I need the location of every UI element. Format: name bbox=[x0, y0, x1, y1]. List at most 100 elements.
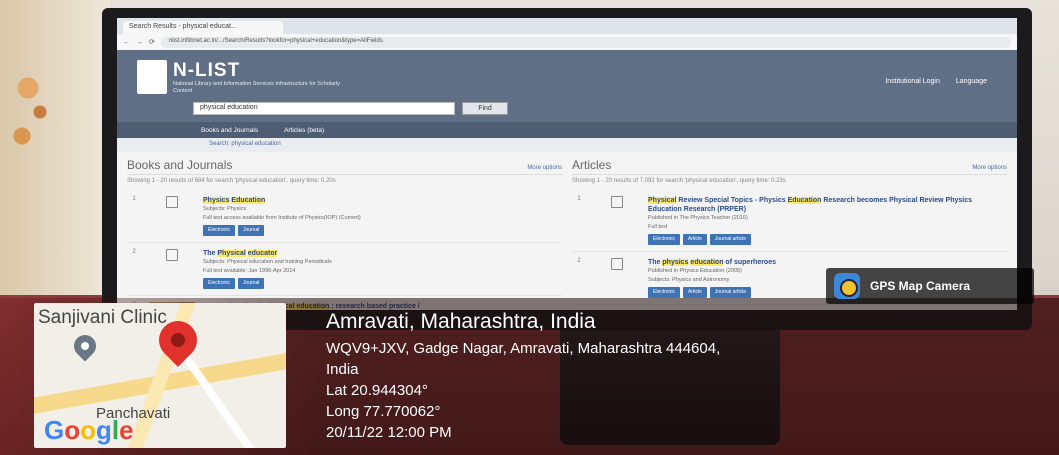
book-icon bbox=[611, 258, 623, 270]
result-item: 2 The Physical educator Subjects: Physical… bbox=[127, 243, 562, 296]
book-icon bbox=[611, 196, 623, 208]
url-field[interactable]: nlist.inflibnet.ac.in/.../Search/Results… bbox=[160, 36, 1011, 48]
highlight: education bbox=[690, 259, 724, 266]
title-text: The bbox=[648, 259, 663, 266]
browser-tab[interactable]: Search Results - physical educat... bbox=[123, 21, 283, 34]
nav-articles[interactable]: Articles (beta) bbox=[284, 127, 324, 134]
google-logo: Google bbox=[44, 415, 134, 445]
result-item: 1 Physical Review Special Topics - Physic… bbox=[572, 190, 1007, 252]
result-title[interactable]: Physical Review Special Topics - Physics… bbox=[648, 196, 1007, 214]
books-header: Books and Journals More options bbox=[127, 158, 562, 175]
thumbnail[interactable] bbox=[149, 196, 195, 226]
articles-more-link[interactable]: More options bbox=[972, 165, 1007, 171]
monitor-screen: Search Results - physical educat... ← → … bbox=[117, 18, 1017, 310]
highlight: Education bbox=[787, 197, 822, 204]
format-badge[interactable]: Electronic bbox=[648, 234, 680, 245]
books-list: 1 Physics Education Subjects: Physics Full … bbox=[127, 190, 562, 310]
address-bar: ← → ⟳ nlist.inflibnet.ac.in/.../Search/R… bbox=[117, 34, 1017, 50]
result-subject: Published in The Physics Teacher (2016) bbox=[648, 215, 748, 221]
format-badges: Electronic Journal bbox=[203, 278, 562, 289]
language-menu[interactable]: Language bbox=[956, 78, 987, 85]
institutional-login-link[interactable]: Institutional Login bbox=[885, 78, 939, 85]
nav-strip: Books and Journals Articles (beta) bbox=[117, 122, 1017, 138]
result-number: 2 bbox=[577, 258, 581, 264]
result-subject: Subjects: Physical education and trainin… bbox=[203, 259, 332, 265]
back-icon[interactable]: ← bbox=[123, 39, 130, 46]
result-title[interactable]: The physics education of superheroes bbox=[648, 258, 1007, 267]
gps-camera-icon bbox=[834, 273, 860, 299]
highlight: educator bbox=[247, 250, 278, 257]
location-long: Long 77.770062° bbox=[326, 403, 441, 420]
browser-tabbar: Search Results - physical educat... bbox=[117, 18, 1017, 34]
title-text: Review Special Topics - Physics bbox=[676, 197, 788, 204]
find-button[interactable]: Find bbox=[462, 102, 508, 115]
result-note[interactable]: Full text access available from Institut… bbox=[203, 214, 562, 223]
articles-header: Articles More options bbox=[572, 158, 1007, 175]
map-label-clinic: Sanjivani Clinic bbox=[38, 307, 167, 328]
books-title: Books and Journals bbox=[127, 158, 233, 172]
articles-showing: Showing 1 - 20 results of 7,092 for sear… bbox=[572, 178, 786, 184]
book-icon bbox=[166, 196, 178, 208]
nav-books-journals[interactable]: Books and Journals bbox=[201, 127, 258, 134]
format-badge[interactable]: Electronic bbox=[648, 287, 680, 298]
highlight: Physics bbox=[203, 197, 230, 204]
result-meta: Physical Review Special Topics - Physics… bbox=[648, 196, 1007, 245]
site-header: N-LIST National Library and Information … bbox=[117, 50, 1017, 122]
location-country: India bbox=[326, 361, 359, 378]
location-lat: Lat 20.944304° bbox=[326, 382, 428, 399]
result-number: 2 bbox=[132, 249, 136, 255]
result-note[interactable]: Full text bbox=[648, 223, 1007, 232]
result-number: 1 bbox=[132, 196, 136, 202]
format-badge[interactable]: Journal bbox=[237, 225, 265, 236]
forward-icon[interactable]: → bbox=[136, 39, 143, 46]
book-icon bbox=[166, 249, 178, 261]
books-column: Books and Journals More options Showing … bbox=[127, 158, 562, 310]
reload-icon[interactable]: ⟳ bbox=[149, 38, 155, 46]
result-meta: The Physical educator Subjects: Physical … bbox=[203, 249, 562, 289]
format-badge[interactable]: Journal article bbox=[709, 234, 751, 245]
breadcrumb[interactable]: Search: physical education bbox=[117, 138, 1017, 152]
books-showing: Showing 1 - 20 results of 684 for search… bbox=[127, 178, 336, 184]
title-text: The bbox=[203, 250, 218, 257]
format-badge[interactable]: Article bbox=[682, 287, 707, 298]
books-more-link[interactable]: More options bbox=[527, 165, 562, 171]
flower-plant bbox=[4, 40, 64, 200]
highlight: Physical bbox=[648, 197, 677, 204]
format-badge[interactable]: Journal article bbox=[709, 287, 751, 298]
nlist-logo[interactable] bbox=[137, 60, 167, 94]
highlight: physics bbox=[662, 259, 689, 266]
gps-badge-label: GPS Map Camera bbox=[870, 279, 971, 293]
result-number: 1 bbox=[577, 196, 581, 202]
result-subject: Subjects: Physics bbox=[203, 206, 247, 212]
format-badges: Electronic Journal bbox=[203, 225, 562, 236]
location-address: WQV9+JXV, Gadge Nagar, Amravati, Maharas… bbox=[326, 340, 721, 357]
location-info: Amravati, Maharashtra, India WQV9+JXV, G… bbox=[326, 310, 720, 443]
location-map: Sanjivani Clinic Panchavati Google bbox=[34, 303, 286, 448]
thumbnail[interactable] bbox=[149, 249, 195, 279]
result-item: 1 Physics Education Subjects: Physics Full … bbox=[127, 190, 562, 243]
search-input[interactable]: physical education bbox=[193, 102, 455, 115]
site-brand[interactable]: N-LIST bbox=[173, 60, 240, 82]
format-badge[interactable]: Electronic bbox=[203, 225, 235, 236]
format-badge[interactable]: Journal bbox=[237, 278, 265, 289]
format-badges: Electronic Article Journal article bbox=[648, 234, 1007, 245]
format-badge[interactable]: Electronic bbox=[203, 278, 235, 289]
gps-camera-badge: GPS Map Camera bbox=[826, 268, 1034, 304]
grey-pin-icon bbox=[69, 330, 101, 362]
format-badge[interactable]: Article bbox=[682, 234, 707, 245]
thumbnail[interactable] bbox=[594, 196, 640, 226]
highlight: Education bbox=[231, 197, 266, 204]
title-text: of superheroes bbox=[723, 259, 776, 266]
highlight: Physical bbox=[217, 250, 246, 257]
location-datetime: 20/11/22 12:00 PM bbox=[326, 424, 452, 441]
site-brand-subtitle: National Library and Information Service… bbox=[173, 81, 340, 94]
articles-title: Articles bbox=[572, 158, 612, 172]
result-note[interactable]: Full text available: Jan 1996-Apr 2014 bbox=[203, 267, 562, 276]
thumbnail[interactable] bbox=[594, 258, 640, 288]
result-title[interactable]: Physics Education bbox=[203, 196, 562, 205]
header-links: Institutional Login Language bbox=[885, 78, 987, 85]
photo-scene: Search Results - physical educat... ← → … bbox=[0, 0, 1059, 455]
location-city: Amravati, Maharashtra, India bbox=[326, 310, 596, 333]
result-title[interactable]: The Physical educator bbox=[203, 249, 562, 258]
result-meta: Physics Education Subjects: Physics Full t… bbox=[203, 196, 562, 236]
